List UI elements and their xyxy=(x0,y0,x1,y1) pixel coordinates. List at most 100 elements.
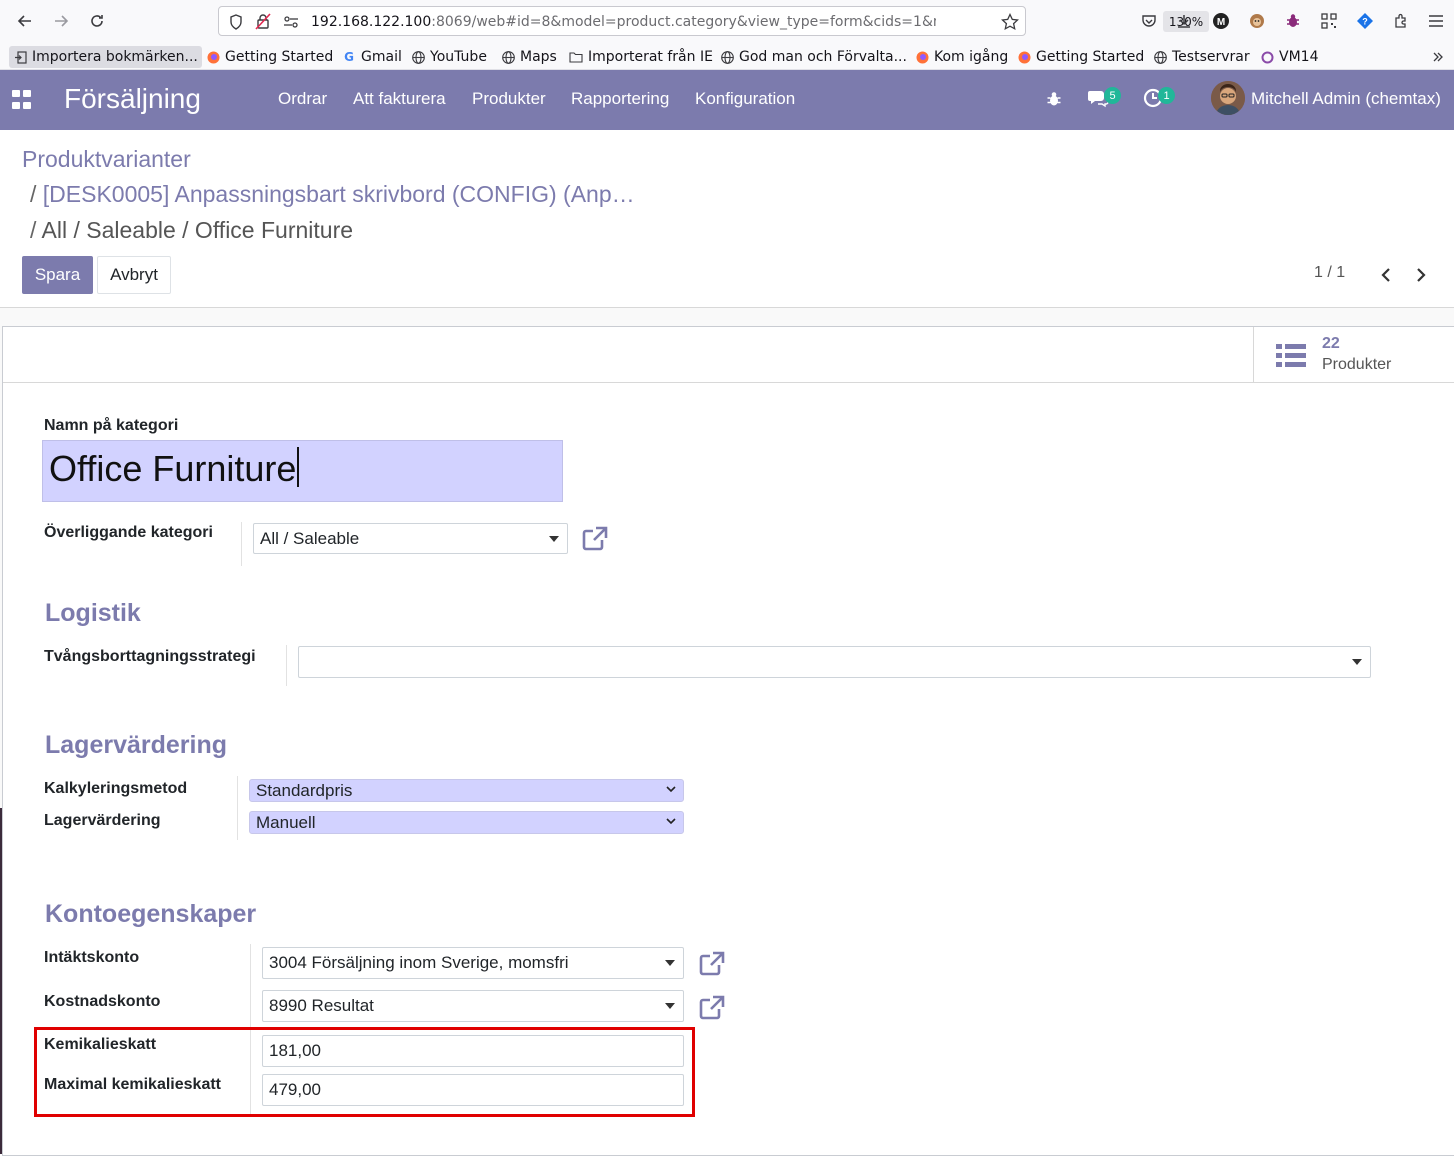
button-box: 22 Produkter xyxy=(3,327,1454,383)
pocket-icon[interactable] xyxy=(1138,10,1160,32)
apps-menu-icon[interactable] xyxy=(12,90,32,110)
field-divider xyxy=(286,645,287,686)
firefox-icon xyxy=(915,50,929,64)
bookmark-vm14[interactable]: VM14 xyxy=(1260,46,1318,68)
user-menu[interactable]: Mitchell Admin (chemtax) xyxy=(1251,89,1441,109)
logistics-section-title: Logistik xyxy=(45,599,141,627)
bookmarks-overflow-chevron-icon[interactable] xyxy=(1432,46,1444,68)
folder-icon xyxy=(569,50,583,64)
external-link-icon[interactable] xyxy=(698,950,726,978)
globe-icon xyxy=(411,50,425,64)
bookmark-kom-igang[interactable]: Kom igång xyxy=(915,46,1008,68)
star-icon[interactable] xyxy=(1001,13,1019,31)
field-divider xyxy=(241,522,242,566)
caret-down-icon xyxy=(665,960,675,966)
back-button[interactable] xyxy=(12,8,38,34)
extensions-puzzle-icon[interactable] xyxy=(1390,10,1412,32)
reload-button[interactable] xyxy=(84,8,110,34)
removal-strategy-select[interactable] xyxy=(298,646,1371,678)
globe-icon xyxy=(501,50,515,64)
inventory-valuation-select[interactable]: Manuell xyxy=(249,811,684,834)
menu-ordrar[interactable]: Ordrar xyxy=(278,89,327,109)
activities-count-badge: 1 xyxy=(1158,87,1175,104)
field-divider xyxy=(237,776,238,840)
caret-down-icon xyxy=(665,1003,675,1009)
bookmark-folder-ie[interactable]: Importerat från IE xyxy=(569,46,713,68)
bookmark-god-man[interactable]: God man och Förvalta... xyxy=(720,46,907,68)
extension-diamond-icon[interactable]: ? xyxy=(1354,10,1376,32)
menu-konfiguration[interactable]: Konfiguration xyxy=(695,89,795,109)
external-link-icon[interactable] xyxy=(581,525,609,553)
download-icon[interactable] xyxy=(1173,10,1195,32)
account-properties-section-title: Kontoegenskaper xyxy=(45,900,257,928)
ring-icon xyxy=(1260,50,1274,64)
external-link-icon[interactable] xyxy=(698,994,726,1022)
bookmark-getting-started-2[interactable]: Getting Started xyxy=(1017,46,1144,68)
parent-category-label: Överliggande kategori xyxy=(44,524,213,541)
bookmark-import[interactable]: Importera bokmärken... xyxy=(9,46,202,68)
costing-method-select[interactable]: Standardpris xyxy=(249,779,684,802)
debug-bug-icon[interactable] xyxy=(1045,90,1063,113)
bookmark-testservrar[interactable]: Testservrar xyxy=(1153,46,1250,68)
cancel-button[interactable]: Avbryt xyxy=(97,256,171,294)
chevron-left-icon xyxy=(1381,268,1390,282)
text-cursor xyxy=(297,447,299,487)
category-name-label: Namn på kategori xyxy=(44,417,179,434)
arrow-left-icon xyxy=(17,15,31,27)
google-icon: G xyxy=(344,50,354,64)
bookmark-maps[interactable]: Maps xyxy=(501,46,557,68)
annotation-highlight-box xyxy=(34,1027,695,1117)
bookmark-getting-started[interactable]: Getting Started xyxy=(206,46,333,68)
menu-att-fakturera[interactable]: Att fakturera xyxy=(353,89,446,109)
costing-method-label: Kalkyleringsmetod xyxy=(44,780,188,797)
odoo-navbar: Försäljning Ordrar Att fakturera Produkt… xyxy=(0,70,1454,130)
globe-icon xyxy=(1153,50,1167,64)
pager-value[interactable]: 1 / 1 xyxy=(1314,264,1345,282)
expense-account-label: Kostnadskonto xyxy=(44,993,161,1010)
extension-bug-icon[interactable] xyxy=(1282,10,1304,32)
bookmark-gmail[interactable]: G Gmail xyxy=(342,46,402,68)
hamburger-menu-icon[interactable] xyxy=(1425,10,1447,32)
products-stat-button[interactable]: 22 Produkter xyxy=(1253,327,1454,383)
bookmarks-bar: Importera bokmärken... Getting Started G… xyxy=(0,42,1454,70)
income-account-select[interactable]: 3004 Försäljning inom Sverige, momsfri xyxy=(262,947,684,979)
pager-next-button[interactable] xyxy=(1411,264,1431,286)
caret-down-icon xyxy=(549,535,559,542)
menu-produkter[interactable]: Produkter xyxy=(472,89,546,109)
window-edge xyxy=(0,808,2,1154)
breadcrumb-current: / All / Saleable / Office Furniture xyxy=(30,217,354,243)
qr-code-icon[interactable] xyxy=(1318,10,1340,32)
svg-text:?: ? xyxy=(1362,17,1368,27)
list-icon xyxy=(1276,344,1306,367)
shield-icon xyxy=(230,14,242,30)
removal-strategy-label: Tvångsborttagningsstrategi xyxy=(44,648,256,665)
products-label: Produkter xyxy=(1322,356,1392,373)
url-text: 192.168.122.100:8069/web#id=8&model=prod… xyxy=(311,14,936,30)
control-panel: Produktvarianter / [DESK0005] Anpassning… xyxy=(0,130,1454,308)
extension-m-icon[interactable]: M xyxy=(1210,10,1232,32)
income-account-label: Intäktskonto xyxy=(44,949,140,966)
svg-text:M: M xyxy=(1217,17,1225,28)
arrow-right-icon xyxy=(55,15,69,27)
inventory-valuation-label: Lagervärdering xyxy=(44,812,161,829)
extension-monkey-icon[interactable] xyxy=(1246,10,1268,32)
breadcrumb-desk0005[interactable]: [DESK0005] Anpassningsbart skrivbord (CO… xyxy=(43,181,635,207)
firefox-icon xyxy=(1017,50,1031,64)
breadcrumb-produktvarianter[interactable]: Produktvarianter xyxy=(22,146,191,173)
messages-count-badge: 5 xyxy=(1104,87,1121,104)
expense-account-select[interactable]: 8990 Resultat xyxy=(262,990,684,1022)
pager-previous-button[interactable] xyxy=(1376,264,1396,286)
import-icon xyxy=(13,50,27,64)
category-name-input[interactable]: Office Furniture xyxy=(42,440,563,502)
url-bar[interactable]: 192.168.122.100:8069/web#id=8&model=prod… xyxy=(218,6,1209,36)
app-title[interactable]: Försäljning xyxy=(64,83,201,115)
breadcrumb-item-2: / [DESK0005] Anpassningsbart skrivbord (… xyxy=(30,181,635,207)
avatar[interactable] xyxy=(1211,81,1245,115)
parent-category-select[interactable]: All / Saleable xyxy=(253,523,568,554)
bookmark-youtube[interactable]: YouTube xyxy=(411,46,487,68)
menu-rapportering[interactable]: Rapportering xyxy=(571,89,669,109)
forward-button[interactable] xyxy=(48,8,74,34)
caret-down-icon xyxy=(1352,659,1362,665)
chevron-right-icon xyxy=(1417,268,1426,282)
save-button[interactable]: Spara xyxy=(22,256,93,294)
